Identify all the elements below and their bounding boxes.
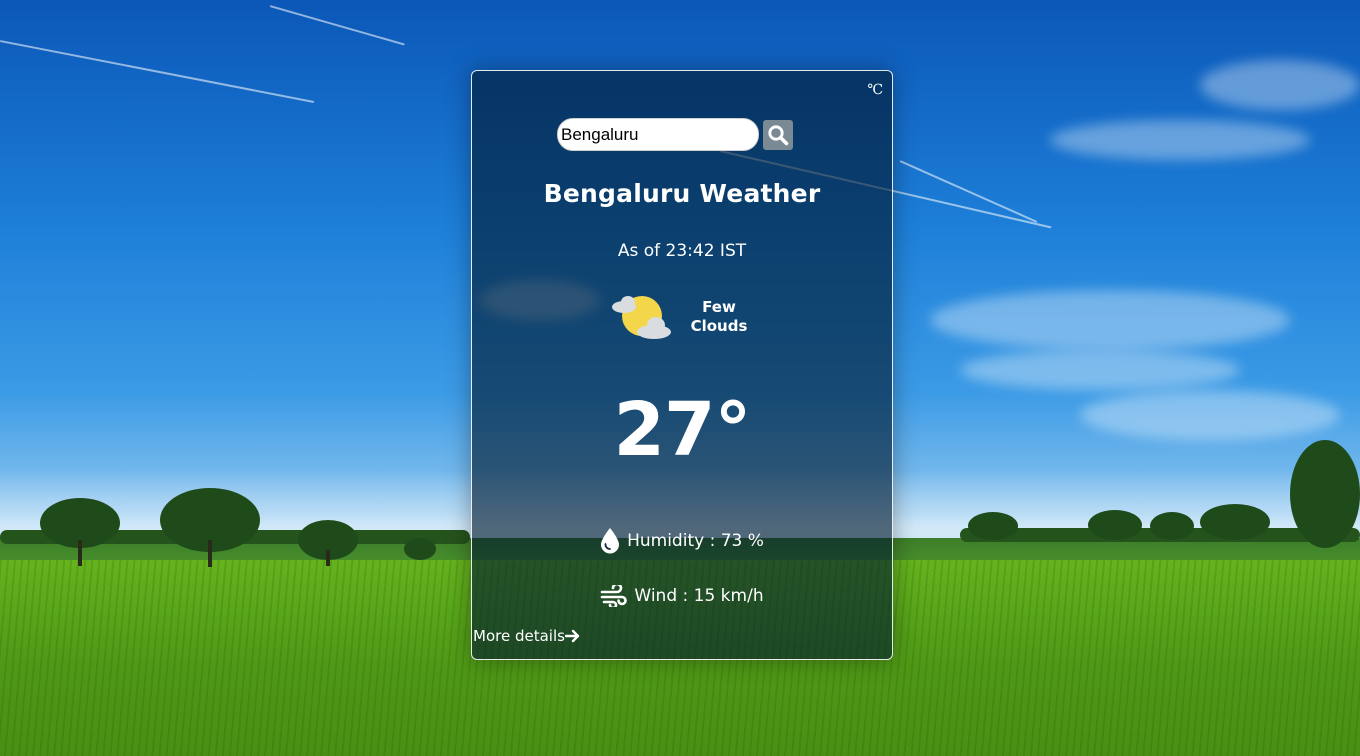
condition-label: Few Clouds xyxy=(690,298,748,335)
more-details-link[interactable]: More details xyxy=(473,627,580,645)
contrail xyxy=(269,5,405,46)
weather-card: ℃ Bengaluru Weather As of 23:42 IST xyxy=(471,70,893,660)
water-drop-icon xyxy=(600,527,620,554)
current-temperature: 27° xyxy=(613,387,752,473)
humidity-stat: Humidity : 73 % xyxy=(472,527,892,554)
more-details-label: More details xyxy=(473,627,565,645)
tree xyxy=(1200,504,1270,540)
unit-toggle-button[interactable]: ℃ xyxy=(867,82,883,98)
city-search-input[interactable] xyxy=(557,118,759,151)
condition-summary: Few Clouds xyxy=(610,292,750,342)
location-title: Bengaluru Weather xyxy=(543,179,821,208)
updated-time: As of 23:42 IST xyxy=(617,241,747,261)
tree xyxy=(404,538,436,560)
tree xyxy=(968,512,1018,540)
search-icon xyxy=(767,124,789,146)
few-clouds-icon xyxy=(610,292,676,342)
cloud xyxy=(1200,60,1360,110)
cloud xyxy=(1080,390,1340,440)
humidity-label: Humidity : 73 % xyxy=(627,530,764,551)
tree xyxy=(1290,440,1360,548)
search-bar xyxy=(557,118,793,151)
cloud xyxy=(1050,120,1310,160)
wind-stat: Wind : 15 km/h xyxy=(472,585,892,607)
tree-trunk xyxy=(78,540,82,566)
wind-label: Wind : 15 km/h xyxy=(634,586,764,606)
tree xyxy=(1088,510,1142,540)
tree xyxy=(1150,512,1194,540)
cloud xyxy=(960,350,1240,390)
background-landscape: ℃ Bengaluru Weather As of 23:42 IST xyxy=(0,0,1360,756)
cloud xyxy=(930,290,1290,350)
contrail xyxy=(0,40,315,104)
tree-trunk xyxy=(326,550,330,566)
wind-icon xyxy=(600,585,628,607)
search-button[interactable] xyxy=(763,119,793,150)
arrow-right-icon xyxy=(564,629,580,643)
tree-trunk xyxy=(208,540,212,567)
contrail xyxy=(899,160,1038,223)
